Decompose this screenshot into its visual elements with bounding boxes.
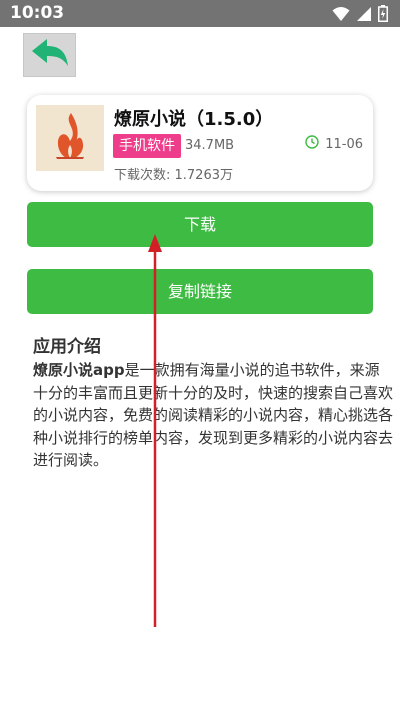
status-time: 10:03 xyxy=(10,3,65,23)
flame-logo-icon xyxy=(50,111,90,165)
app-name: 燎原小说（1.5.0） xyxy=(114,109,274,130)
download-count: 下载次数: 1.7263万 xyxy=(114,168,233,183)
download-button[interactable]: 下载 xyxy=(27,202,373,247)
status-bar: 10:03 xyxy=(0,0,400,27)
wifi-icon xyxy=(332,6,350,26)
copy-link-button[interactable]: 复制链接 xyxy=(27,269,373,314)
back-button[interactable] xyxy=(23,33,76,77)
intro-lead: 燎原小说app xyxy=(33,361,125,379)
category-badge: 手机软件 xyxy=(113,134,181,158)
signal-icon xyxy=(356,6,372,26)
update-date: 11-06 xyxy=(305,135,363,153)
status-icons xyxy=(332,5,388,26)
intro-heading: 应用介绍 xyxy=(33,337,101,357)
battery-icon xyxy=(378,5,388,26)
date-text: 11-06 xyxy=(325,136,363,152)
app-info-card: 燎原小说（1.5.0） 手机软件 34.7MB 11-06 下载次数: 1.72… xyxy=(27,95,373,191)
clock-icon xyxy=(305,135,319,153)
back-arrow-icon xyxy=(30,36,70,74)
app-logo xyxy=(36,105,104,171)
intro-text: 燎原小说app是一款拥有海量小说的追书软件，来源十分的丰富而且更新十分的及时，快… xyxy=(33,359,393,472)
app-size: 34.7MB xyxy=(185,138,235,153)
